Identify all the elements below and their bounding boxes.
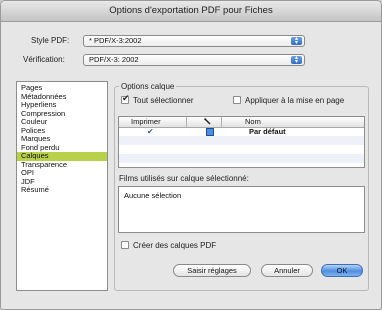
style-pdf-label: Style PDF: <box>31 36 70 45</box>
select-all-label: Tout sélectionner <box>133 96 194 105</box>
export-dialog: Options d'exportation PDF pour Fiches St… <box>0 0 382 310</box>
films-textarea[interactable]: Aucune sélection <box>118 186 365 233</box>
create-pdf-layers-checkbox[interactable] <box>121 241 129 249</box>
window-title: Options d'exportation PDF pour Fiches <box>1 1 381 22</box>
select-all-checkbox[interactable]: ✔ <box>121 93 130 104</box>
apply-layout-label: Appliquer à la mise en page <box>245 96 345 105</box>
sidebar-item-resume[interactable]: Résumé <box>17 185 107 195</box>
popup-arrows-icon: ▴ ▾ <box>291 36 302 46</box>
table-row-empty <box>119 136 364 145</box>
layer-color-swatch <box>206 128 214 136</box>
checkmark-icon: ✔ <box>122 93 130 103</box>
save-settings-button[interactable]: Saisir réglages <box>173 264 251 277</box>
verification-value: PDF/X-3: 2002 <box>89 55 139 64</box>
table-row-empty <box>119 154 364 163</box>
col-header-nom[interactable]: Nom <box>245 117 261 127</box>
ok-button[interactable]: OK <box>321 264 363 277</box>
verification-label: Vérification: <box>23 55 65 64</box>
verification-popup[interactable]: PDF/X-3: 2002 ▴ ▾ <box>83 54 305 66</box>
print-check-icon[interactable]: ✔ <box>147 127 154 136</box>
apply-layout-checkbox[interactable] <box>233 96 241 104</box>
options-calque-label: Options calque <box>119 82 177 91</box>
popup-arrows-icon: ▴ ▾ <box>291 55 302 65</box>
cancel-button[interactable]: Annuler <box>261 264 313 277</box>
category-list: Pages Métadonnées Hyperliens Compression… <box>16 81 108 291</box>
table-row-empty <box>119 145 364 154</box>
style-pdf-popup[interactable]: * PDF/X-3:2002 ▴ ▾ <box>83 35 305 47</box>
style-pdf-value: * PDF/X-3:2002 <box>89 36 142 45</box>
films-label: Films utilisés sur calque sélectionné: <box>119 174 249 183</box>
layer-name: Par défaut <box>249 127 286 136</box>
table-row[interactable]: ✔ Par défaut <box>119 127 364 136</box>
layers-table: Imprimer Nom ✔ Par défaut <box>118 116 365 168</box>
col-header-imprimer[interactable]: Imprimer <box>131 117 161 127</box>
create-pdf-layers-label: Créer des calques PDF <box>133 241 217 250</box>
